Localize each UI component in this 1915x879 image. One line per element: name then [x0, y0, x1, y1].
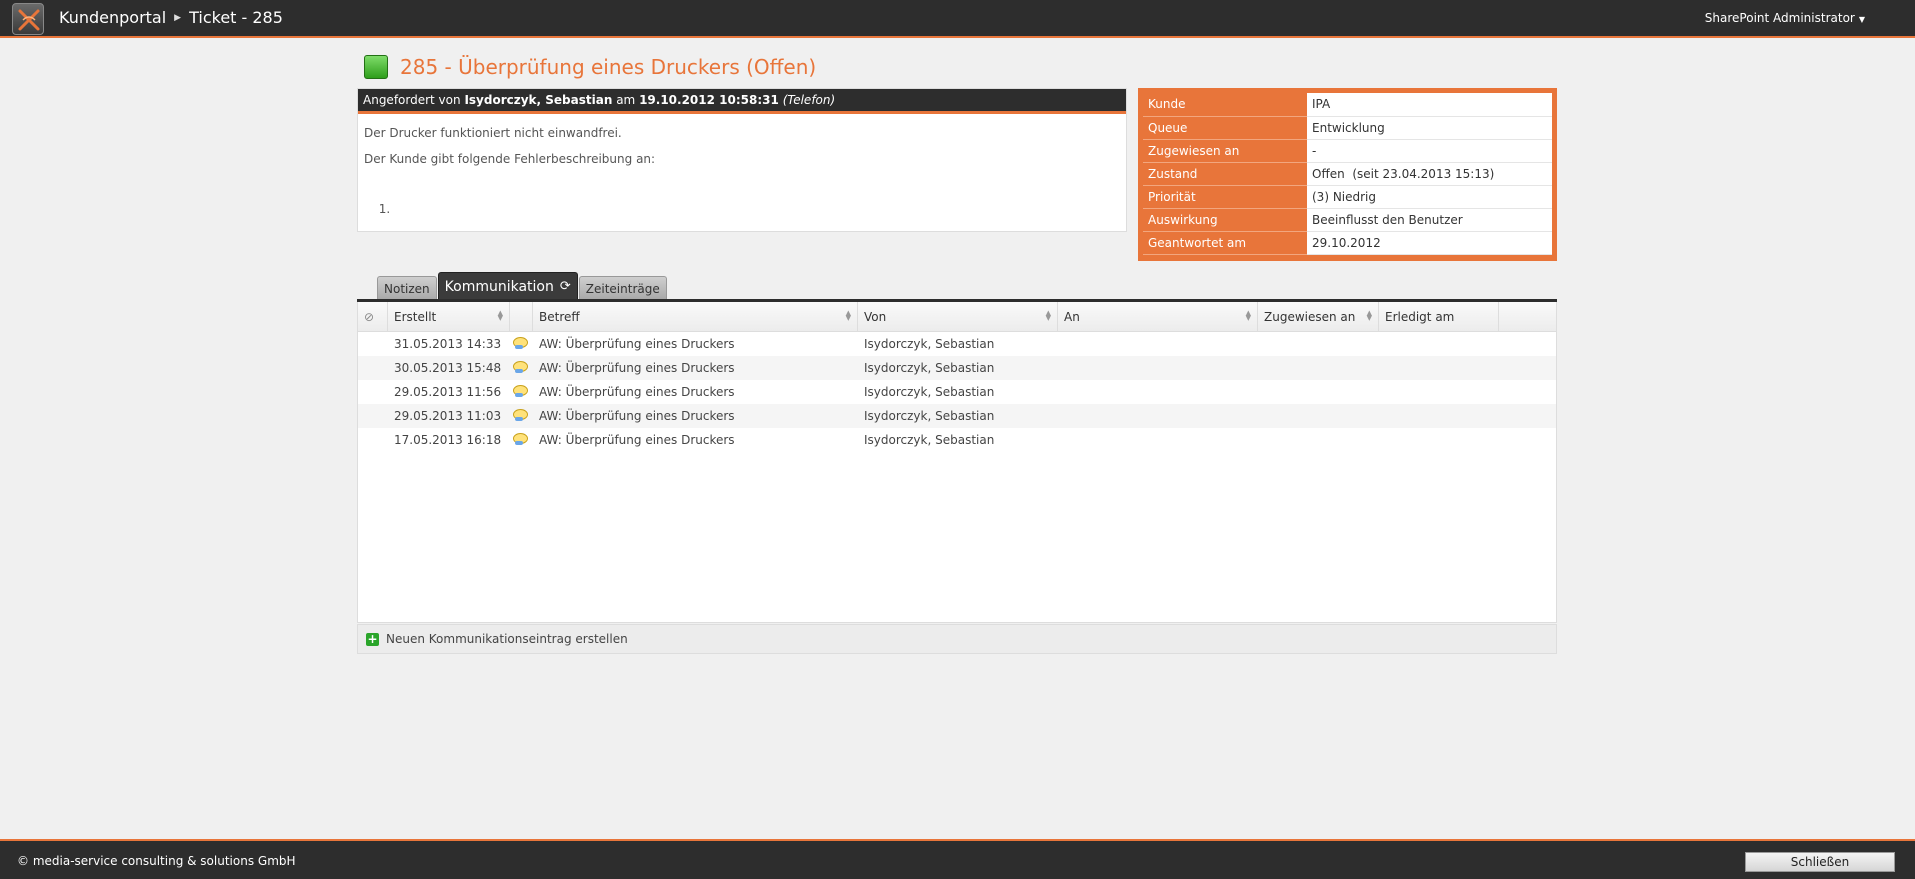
description-list	[364, 202, 1120, 216]
copyright: © media-service consulting & solutions G…	[17, 854, 296, 868]
table-row[interactable]: 29.05.2013 11:03 AW: Überprüfung eines D…	[358, 404, 1556, 428]
close-button[interactable]: Schließen	[1745, 852, 1895, 872]
sort-icon: ▲ ▼	[1045, 309, 1051, 322]
table-row[interactable]: 31.05.2013 14:33 AW: Überprüfung eines D…	[358, 332, 1556, 356]
tab-kommunikation-label: Kommunikation	[444, 278, 554, 295]
ticket-info-table: Kunde IPA Queue Entwicklung Zugewiesen an -…	[1143, 93, 1552, 255]
column-header-type	[510, 302, 533, 331]
info-row-assigned: Zugewiesen an -	[1143, 139, 1552, 163]
user-name: SharePoint Administrator	[1704, 11, 1855, 25]
cell-from: Isydorczyk, Sebastian	[864, 409, 995, 423]
breadcrumb-item-ticket: Ticket - 285	[189, 8, 283, 27]
message-icon	[512, 432, 528, 446]
request-header: Angefordert von Isydorczyk, Sebastian am…	[358, 89, 1126, 114]
cell-created: 17.05.2013 16:18	[394, 433, 502, 447]
status-indicator-icon	[364, 55, 388, 79]
add-icon[interactable]: +	[366, 632, 379, 646]
info-row-kunde: Kunde IPA	[1143, 93, 1552, 117]
tab-zeiteintraege[interactable]: Zeiteinträge	[578, 276, 667, 300]
info-row-queue: Queue Entwicklung	[1143, 116, 1552, 140]
grid-header: ⊘ Erstellt ▲ ▼ Betreff ▲ ▼ Von ▲ ▼ An ▲ ▼ Zugewi…	[358, 302, 1556, 332]
description-line: Der Drucker funktioniert nicht einwandfr…	[364, 126, 622, 140]
breadcrumb-separator-icon: ▶	[174, 12, 182, 23]
sort-icon: ▲ ▼	[845, 309, 851, 322]
cell-created: 31.05.2013 14:33	[394, 337, 502, 351]
table-row[interactable]: 29.05.2013 11:56 AW: Überprüfung eines D…	[358, 380, 1556, 404]
column-header-erstellt[interactable]: Erstellt ▲ ▼	[388, 302, 510, 331]
grid-footer: + Neuen Kommunikationseintrag erstellen	[357, 624, 1557, 654]
tab-notizen[interactable]: Notizen	[377, 276, 437, 300]
cell-created: 29.05.2013 11:03	[394, 409, 502, 423]
message-icon	[512, 336, 528, 350]
page-title: 285 - Überprüfung eines Druckers (Offen)	[400, 55, 817, 79]
sort-icon: ▲ ▼	[1366, 309, 1372, 322]
cell-subject: AW: Überprüfung eines Druckers	[539, 433, 735, 447]
cell-subject: AW: Überprüfung eines Druckers	[539, 385, 735, 399]
description-list-item	[394, 202, 1120, 216]
requester-name: Isydorczyk, Sebastian	[464, 93, 613, 107]
message-icon	[512, 408, 528, 422]
user-menu[interactable]: SharePoint Administrator ▼	[1705, 11, 1865, 25]
chevron-down-icon: ▼	[1858, 15, 1865, 24]
refresh-icon[interactable]: ⟳	[560, 279, 571, 294]
requested-at: 19.10.2012 10:58:31	[639, 93, 779, 107]
cell-from: Isydorczyk, Sebastian	[864, 385, 995, 399]
ticket-info-panel: Kunde IPA Queue Entwicklung Zugewiesen an -…	[1138, 88, 1557, 261]
bottom-bar: © media-service consulting & solutions G…	[0, 839, 1915, 879]
cell-created: 30.05.2013 15:48	[394, 361, 502, 375]
sort-icon: ▲ ▼	[497, 309, 503, 322]
cell-created: 29.05.2013 11:56	[394, 385, 502, 399]
tab-kommunikation[interactable]: Kommunikation ⟳	[437, 272, 578, 300]
column-header-betreff[interactable]: Betreff ▲ ▼	[533, 302, 858, 331]
request-channel: (Telefon)	[782, 93, 836, 107]
cell-from: Isydorczyk, Sebastian	[864, 433, 995, 447]
description-line: Der Kunde gibt folgende Fehlerbeschreibu…	[364, 152, 656, 166]
column-header-an[interactable]: An ▲ ▼	[1058, 302, 1258, 331]
info-row-answered: Geantwortet am 29.10.2012	[1143, 231, 1552, 255]
message-icon	[512, 360, 528, 374]
requested-on-word: am	[616, 93, 636, 107]
cell-from: Isydorczyk, Sebastian	[864, 337, 995, 351]
request-description: Der Drucker funktioniert nicht einwandfr…	[358, 114, 1126, 228]
app-logo-icon[interactable]	[12, 3, 44, 35]
new-communication-link[interactable]: Neuen Kommunikationseintrag erstellen	[386, 632, 628, 646]
top-bar: Kundenportal ▶ Ticket - 285 SharePoint A…	[0, 0, 1915, 38]
info-row-state: Zustand Offen (seit 23.04.2013 15:13)	[1143, 162, 1552, 186]
cell-subject: AW: Überprüfung eines Druckers	[539, 337, 735, 351]
info-row-priority: Priorität (3) Niedrig	[1143, 185, 1552, 209]
attachment-column-icon[interactable]: ⊘	[358, 302, 388, 331]
breadcrumb: Kundenportal ▶ Ticket - 285	[59, 8, 283, 27]
requested-prefix: Angefordert von	[363, 93, 461, 107]
column-header-zugewiesen[interactable]: Zugewiesen an ▲ ▼	[1258, 302, 1379, 331]
table-row[interactable]: 30.05.2013 15:48 AW: Überprüfung eines D…	[358, 356, 1556, 380]
ticket-title-row: 285 - Überprüfung eines Druckers (Offen)	[364, 55, 816, 79]
column-header-von[interactable]: Von ▲ ▼	[858, 302, 1058, 331]
table-row[interactable]: 17.05.2013 16:18 AW: Überprüfung eines D…	[358, 428, 1556, 452]
cell-subject: AW: Überprüfung eines Druckers	[539, 361, 735, 375]
message-icon	[512, 384, 528, 398]
sort-icon: ▲ ▼	[1245, 309, 1251, 322]
column-header-erledigt[interactable]: Erledigt am	[1379, 302, 1499, 331]
tab-bar: Notizen Kommunikation ⟳ Zeiteinträge	[377, 272, 668, 300]
cell-from: Isydorczyk, Sebastian	[864, 361, 995, 375]
cell-subject: AW: Überprüfung eines Druckers	[539, 409, 735, 423]
info-row-impact: Auswirkung Beeinflusst den Benutzer	[1143, 208, 1552, 232]
breadcrumb-item-portal[interactable]: Kundenportal	[59, 8, 166, 27]
communication-grid: ⊘ Erstellt ▲ ▼ Betreff ▲ ▼ Von ▲ ▼ An ▲ ▼ Zugewi…	[357, 302, 1557, 623]
request-panel: Angefordert von Isydorczyk, Sebastian am…	[357, 88, 1127, 232]
